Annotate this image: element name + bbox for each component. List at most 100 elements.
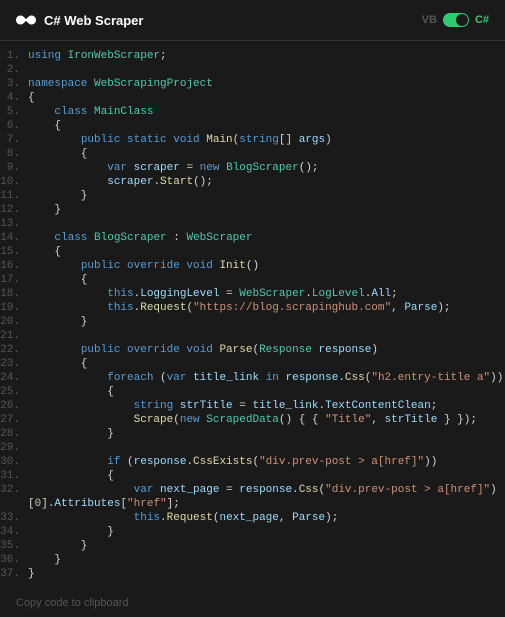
line-content: { <box>28 273 87 287</box>
code-line: 32. var next_page = response.Css("div.pr… <box>0 483 505 497</box>
line-number: 27. <box>0 413 28 427</box>
line-number: 4. <box>0 91 28 105</box>
language-toggle-group: VB C# <box>422 13 489 27</box>
line-content: { <box>28 469 114 483</box>
code-line: 21. <box>0 329 505 343</box>
line-number: 11. <box>0 189 28 203</box>
code-line: [0].Attributes["href"]; <box>0 497 505 511</box>
code-line: 14. class BlogScraper : WebScraper <box>0 231 505 245</box>
line-number: 17. <box>0 273 28 287</box>
line-content: { <box>28 91 35 105</box>
copy-code-button[interactable]: Copy code to clipboard <box>0 589 505 617</box>
line-number: 31. <box>0 469 28 483</box>
line-number: 13. <box>0 217 28 231</box>
line-number: 10. <box>0 175 28 189</box>
code-line: 2. <box>0 63 505 77</box>
line-content: this.Request("https://blog.scrapinghub.c… <box>28 301 451 315</box>
line-number: 1. <box>0 49 28 63</box>
code-line: 9. var scraper = new BlogScraper(); <box>0 161 505 175</box>
code-line: 34. } <box>0 525 505 539</box>
line-number: 25. <box>0 385 28 399</box>
line-number: 16. <box>0 259 28 273</box>
line-content: scraper.Start(); <box>28 175 213 189</box>
code-line: 8. { <box>0 147 505 161</box>
code-line: 15. { <box>0 245 505 259</box>
line-content: { <box>28 147 87 161</box>
code-line: 20. } <box>0 315 505 329</box>
line-content: { <box>28 385 114 399</box>
line-content: } <box>28 567 35 581</box>
code-line: 17. { <box>0 273 505 287</box>
header-left: C# Web Scraper <box>16 10 143 30</box>
line-content: public override void Parse(Response resp… <box>28 343 378 357</box>
code-line: 22. public override void Parse(Response … <box>0 343 505 357</box>
line-content: { <box>28 119 61 133</box>
line-content: var next_page = response.Css("div.prev-p… <box>28 483 497 497</box>
lang-csharp-label[interactable]: C# <box>475 14 489 26</box>
code-line: 4.{ <box>0 91 505 105</box>
line-content: public override void Init() <box>28 259 259 273</box>
header: C# Web Scraper VB C# <box>0 0 505 41</box>
line-number: 22. <box>0 343 28 357</box>
code-line: 26. string strTitle = title_link.TextCon… <box>0 399 505 413</box>
line-number: 2. <box>0 63 28 77</box>
line-content: } <box>28 553 61 567</box>
line-number: 36. <box>0 553 28 567</box>
code-line: 13. <box>0 217 505 231</box>
line-number: 7. <box>0 133 28 147</box>
line-content: class MainClass <box>28 105 153 119</box>
code-line: 19. this.Request("https://blog.scrapingh… <box>0 301 505 315</box>
line-number: 29. <box>0 441 28 455</box>
line-number: 32. <box>0 483 28 497</box>
line-number: 5. <box>0 105 28 119</box>
language-toggle[interactable] <box>443 13 469 27</box>
code-line: 12. } <box>0 203 505 217</box>
line-content: namespace WebScrapingProject <box>28 77 213 91</box>
code-line: 29. <box>0 441 505 455</box>
code-line: 6. { <box>0 119 505 133</box>
code-line: 3.namespace WebScrapingProject <box>0 77 505 91</box>
line-content: if (response.CssExists("div.prev-post > … <box>28 455 437 469</box>
app-title: C# Web Scraper <box>44 13 143 28</box>
line-number: 14. <box>0 231 28 245</box>
code-line: 10. scraper.Start(); <box>0 175 505 189</box>
line-content: } <box>28 203 61 217</box>
code-editor[interactable]: 1.using IronWebScraper;2.3.namespace Web… <box>0 41 505 589</box>
code-line: 16. public override void Init() <box>0 259 505 273</box>
code-line: 35. } <box>0 539 505 553</box>
line-content: public static void Main(string[] args) <box>28 133 332 147</box>
line-content: { <box>28 245 61 259</box>
code-line: 1.using IronWebScraper; <box>0 49 505 63</box>
line-number: 33. <box>0 511 28 525</box>
line-content: this.Request(next_page, Parse); <box>28 511 338 525</box>
line-number: 21. <box>0 329 28 343</box>
code-line: 11. } <box>0 189 505 203</box>
code-line: 27. Scrape(new ScrapedData() { { "Title"… <box>0 413 505 427</box>
code-line: 33. this.Request(next_page, Parse); <box>0 511 505 525</box>
code-line: 28. } <box>0 427 505 441</box>
lang-vb-label[interactable]: VB <box>422 14 437 26</box>
line-number: 15. <box>0 245 28 259</box>
code-line: 24. foreach (var title_link in response.… <box>0 371 505 385</box>
line-number: 6. <box>0 119 28 133</box>
line-content: } <box>28 315 87 329</box>
line-content: Scrape(new ScrapedData() { { "Title", st… <box>28 413 477 427</box>
code-line: 31. { <box>0 469 505 483</box>
code-line: 25. { <box>0 385 505 399</box>
line-number <box>0 497 28 511</box>
line-content: { <box>28 357 87 371</box>
infinity-logo-icon <box>16 10 36 30</box>
line-number: 3. <box>0 77 28 91</box>
code-line: 18. this.LoggingLevel = WebScraper.LogLe… <box>0 287 505 301</box>
code-line: 37.} <box>0 567 505 581</box>
line-content: string strTitle = title_link.TextContent… <box>28 399 437 413</box>
code-line: 30. if (response.CssExists("div.prev-pos… <box>0 455 505 469</box>
line-content: using IronWebScraper; <box>28 49 167 63</box>
code-line: 5. class MainClass <box>0 105 505 119</box>
line-number: 20. <box>0 315 28 329</box>
line-number: 18. <box>0 287 28 301</box>
line-number: 8. <box>0 147 28 161</box>
line-number: 24. <box>0 371 28 385</box>
code-line: 7. public static void Main(string[] args… <box>0 133 505 147</box>
line-number: 35. <box>0 539 28 553</box>
